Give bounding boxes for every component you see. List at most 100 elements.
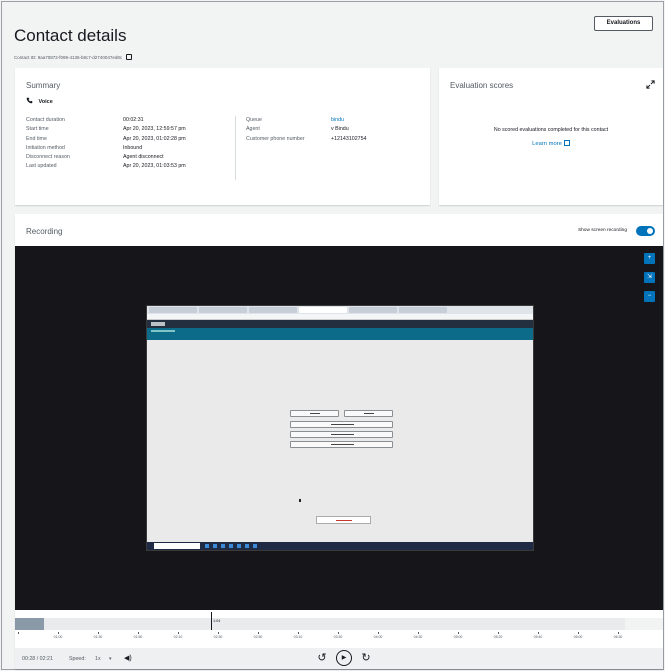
disconnect-reason-value: Agent disconnect bbox=[123, 154, 164, 161]
field-label: Contact duration bbox=[26, 117, 65, 123]
browser-tab bbox=[299, 307, 347, 313]
recorded-taskbar bbox=[147, 542, 533, 550]
volume-icon[interactable]: ◀) bbox=[124, 654, 132, 662]
timeline-marker-label: 1:04 bbox=[213, 619, 221, 623]
timeline-tick-label: 01:50 bbox=[133, 635, 143, 639]
timeline-tick bbox=[98, 632, 99, 634]
recorded-button bbox=[344, 410, 393, 417]
external-link-icon bbox=[563, 140, 570, 146]
timeline-tick bbox=[258, 632, 259, 634]
left-field-values: 00:02:31 Apr 20, 2023, 12:59:57 pm Apr 2… bbox=[123, 116, 186, 172]
timeline-tick bbox=[378, 632, 379, 634]
timeline-played-segment bbox=[15, 618, 44, 630]
evaluations-button[interactable]: Evaluations bbox=[594, 16, 653, 31]
recorded-button bbox=[290, 410, 339, 417]
recorded-end-call-label bbox=[336, 520, 352, 521]
recorded-button-label bbox=[331, 444, 354, 445]
field-label: Customer phone number bbox=[246, 135, 305, 142]
playback-time: 00:28 / 02:21 bbox=[22, 656, 53, 662]
browser-tab-bar bbox=[147, 306, 533, 314]
timeline-tick-label: 03:10 bbox=[293, 635, 303, 639]
page-title: Contact details bbox=[14, 26, 127, 45]
expand-icon[interactable] bbox=[646, 80, 655, 89]
queue-link[interactable]: bindu bbox=[331, 116, 367, 125]
timeline-marker[interactable] bbox=[211, 612, 212, 630]
timeline-tick bbox=[498, 632, 499, 634]
timeline-tick-label: 01:30 bbox=[93, 635, 103, 639]
learn-more-label: Learn more bbox=[532, 141, 562, 147]
recorded-mouse-cursor bbox=[299, 499, 301, 502]
agent-value: v Bindu bbox=[331, 126, 349, 133]
summary-panel: Summary Voice Contact duration Start tim… bbox=[15, 68, 430, 205]
recorded-agent-status-bar bbox=[147, 328, 533, 340]
contact-details-page: Contact details Contact ID: 9aa70872-f09… bbox=[1, 1, 664, 670]
field-label: Agent bbox=[246, 126, 260, 133]
channel: Voice bbox=[26, 97, 53, 105]
timeline-tick-label: 06:30 bbox=[613, 635, 623, 639]
recording-timeline[interactable]: 1:04 01:00 01:30 01:50 02:10 02:30 02:50 03:10… bbox=[15, 610, 663, 648]
timeline-tick-label: 03:30 bbox=[333, 635, 343, 639]
timeline-tick bbox=[138, 632, 139, 634]
recorded-button-label bbox=[309, 413, 321, 414]
zoom-out-icon[interactable]: − bbox=[644, 291, 655, 302]
copy-icon[interactable] bbox=[126, 54, 133, 60]
timeline-tick bbox=[18, 632, 19, 634]
timeline-tick bbox=[58, 632, 59, 634]
recorded-status-text bbox=[151, 330, 175, 332]
browser-tab bbox=[349, 307, 397, 313]
contact-id: Contact ID: 9aa70872-f099-4136-b8c7-d274… bbox=[14, 54, 133, 61]
fit-screen-icon[interactable]: ⇲ bbox=[644, 272, 655, 283]
field-label: Queue bbox=[246, 117, 262, 123]
timeline-tick bbox=[538, 632, 539, 634]
screen-recording-video[interactable]: + ⇲ − bbox=[15, 246, 663, 610]
recorded-end-call-button bbox=[316, 516, 371, 524]
recording-title: Recording bbox=[26, 227, 63, 236]
field-label: Disconnect reason bbox=[26, 154, 70, 161]
timeline-tick bbox=[178, 632, 179, 634]
zoom-in-icon[interactable]: + bbox=[644, 253, 655, 264]
recording-panel: Recording Show screen recording + ⇲ − 1:… bbox=[15, 214, 663, 669]
customer-phone-value: +12143102754 bbox=[331, 135, 367, 142]
recorded-app-logo bbox=[151, 322, 165, 326]
recorded-softphone-controls bbox=[290, 410, 393, 460]
timeline-tick-label: 02:30 bbox=[213, 635, 223, 639]
recorded-taskbar-icons bbox=[205, 544, 257, 548]
timeline-tick bbox=[218, 632, 219, 634]
playback-controls: 00:28 / 02:21 Speed: 1x ▾ ◀) ↺ ▶ ↻ bbox=[15, 648, 663, 669]
left-field-labels: Contact duration Start time End time Ini… bbox=[26, 116, 70, 172]
timeline-tick bbox=[578, 632, 579, 634]
speed-select[interactable]: 1x bbox=[95, 656, 101, 662]
field-label: Start time bbox=[26, 126, 49, 133]
learn-more-link[interactable]: Learn more bbox=[439, 140, 663, 147]
last-updated-value: Apr 20, 2023, 01:03:53 pm bbox=[123, 163, 186, 170]
browser-tab bbox=[149, 307, 197, 313]
end-time-value: Apr 20, 2023, 01:02:28 pm bbox=[123, 135, 186, 142]
field-label: Last updated bbox=[26, 163, 57, 170]
fast-forward-icon[interactable]: ↻ bbox=[358, 650, 374, 666]
recorded-app-bar bbox=[147, 320, 533, 328]
recorded-button bbox=[290, 431, 393, 438]
recorded-button bbox=[290, 441, 393, 448]
show-screen-recording-toggle[interactable] bbox=[636, 226, 655, 236]
page-header: Contact details Contact ID: 9aa70872-f09… bbox=[14, 12, 653, 62]
timeline-tick bbox=[298, 632, 299, 634]
timeline-tick-label: 05:00 bbox=[453, 635, 463, 639]
timeline-track[interactable] bbox=[15, 618, 663, 630]
timeline-track-end bbox=[625, 618, 663, 630]
field-label: Initiation method bbox=[26, 144, 65, 151]
initiation-method-value: Inbound bbox=[123, 144, 143, 151]
phone-icon bbox=[26, 97, 33, 104]
recorded-button-label bbox=[331, 434, 354, 435]
no-scores-message: No scored evaluations completed for this… bbox=[493, 127, 609, 133]
play-button[interactable]: ▶ bbox=[336, 650, 352, 666]
contact-id-text: Contact ID: 9aa70872-f099-4136-b8c7-d274… bbox=[14, 55, 123, 61]
right-field-labels: Queue Agent Customer phone number bbox=[246, 116, 305, 144]
rewind-icon[interactable]: ↺ bbox=[314, 650, 330, 666]
summary-title: Summary bbox=[26, 81, 61, 90]
summary-divider bbox=[235, 116, 236, 180]
browser-tab bbox=[199, 307, 247, 313]
chevron-down-icon[interactable]: ▾ bbox=[109, 656, 112, 662]
timeline-tick-label: 04:30 bbox=[413, 635, 423, 639]
timeline-tick-label: 01:00 bbox=[53, 635, 63, 639]
timeline-ticks: 01:00 01:30 01:50 02:10 02:30 02:50 03:10 03:30… bbox=[15, 632, 663, 642]
